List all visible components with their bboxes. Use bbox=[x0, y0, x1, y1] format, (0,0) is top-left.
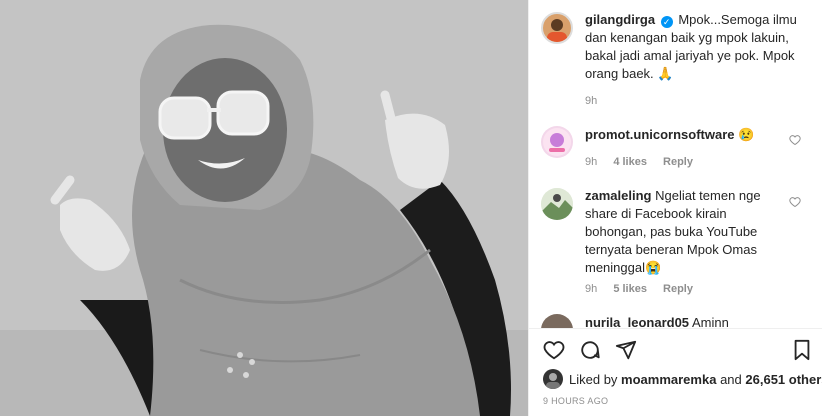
unicorn-logo-icon bbox=[543, 128, 571, 156]
likes-user[interactable]: moammaremka bbox=[621, 372, 716, 387]
post-timestamp: 9 HOURS AGO bbox=[543, 396, 609, 406]
author-avatar-icon bbox=[547, 19, 567, 42]
caption-time: 9h bbox=[585, 95, 598, 107]
comment-username[interactable]: zamaleling bbox=[585, 188, 651, 203]
caption-line-2: bakal jadi amal jariyah ye pok. Mpok bbox=[585, 48, 795, 63]
comment-text: Aminn bbox=[691, 315, 729, 328]
like-heart-icon[interactable] bbox=[543, 339, 565, 361]
comments-list[interactable]: gilangdirga ✓ Mpok...Semoga ilmu dan ken… bbox=[529, 0, 822, 328]
comment-likes[interactable]: 5 likes bbox=[613, 283, 647, 295]
post-photo[interactable] bbox=[0, 0, 528, 416]
comment-body: promot.unicornsoftware 😢 bbox=[585, 126, 795, 144]
verified-badge-icon: ✓ bbox=[660, 16, 673, 28]
comment-line-3: ternyata beneran Mpok Omas bbox=[585, 242, 757, 257]
landscape-avatar-icon bbox=[541, 188, 573, 220]
caption-line-1: dan kenangan baik yg mpok lakuin, bbox=[585, 30, 789, 45]
comment-body: zamaleling Ngeliat temen nge share di Fa… bbox=[585, 187, 795, 277]
comment-line-2: bohongan, pas buka YouTube bbox=[585, 224, 758, 239]
likes-prefix: Liked by bbox=[569, 372, 618, 387]
commenter-avatar[interactable] bbox=[541, 188, 573, 220]
comment-body: nurila_leonard05 Aminn bbox=[585, 314, 795, 328]
post-detail-panel: gilangdirga ✓ Mpok...Semoga ilmu dan ken… bbox=[528, 0, 822, 416]
likes-count[interactable]: 26,651 others bbox=[745, 372, 822, 387]
caption-line-3: orang baek. 🙏 bbox=[585, 66, 674, 81]
comment-username[interactable]: nurila_leonard05 bbox=[585, 315, 689, 328]
commenter-avatar[interactable] bbox=[541, 126, 573, 158]
comment-time: 9h bbox=[585, 156, 598, 168]
photo-illustration bbox=[0, 0, 528, 416]
likes-joiner: and bbox=[720, 372, 742, 387]
comment-meta: 9h 5 likes Reply bbox=[585, 283, 706, 295]
liker-avatar-icon bbox=[546, 373, 560, 389]
share-paper-plane-icon[interactable] bbox=[615, 339, 637, 361]
comment-time: 9h bbox=[585, 283, 598, 295]
comment-likes[interactable]: 4 likes bbox=[613, 156, 647, 168]
likes-summary: Liked by moammaremka and 26,651 others bbox=[569, 372, 822, 387]
caption-line-0: Mpok...Semoga ilmu bbox=[678, 12, 797, 27]
save-bookmark-icon[interactable] bbox=[791, 339, 813, 361]
comment-bubble-icon[interactable] bbox=[579, 339, 601, 361]
comment-line-4: meninggal😭 bbox=[585, 260, 662, 275]
comment-meta: 9h 4 likes Reply bbox=[585, 156, 706, 168]
caption-block: gilangdirga ✓ Mpok...Semoga ilmu dan ken… bbox=[585, 11, 811, 83]
comment-line-1: share di Facebook kirain bbox=[585, 206, 727, 221]
comment-like-heart-icon[interactable] bbox=[789, 134, 801, 146]
reply-button[interactable]: Reply bbox=[663, 156, 693, 168]
author-username[interactable]: gilangdirga bbox=[585, 12, 655, 27]
comment-username[interactable]: promot.unicornsoftware bbox=[585, 127, 735, 142]
comment-line-0: Ngeliat temen nge bbox=[655, 188, 761, 203]
author-avatar[interactable] bbox=[541, 12, 573, 44]
liker-avatar[interactable] bbox=[543, 369, 563, 389]
comment-text: 😢 bbox=[738, 127, 755, 142]
action-bar: Liked by moammaremka and 26,651 others 9… bbox=[529, 328, 822, 417]
commenter-avatar[interactable] bbox=[541, 314, 573, 328]
reply-button[interactable]: Reply bbox=[663, 283, 693, 295]
comment-like-heart-icon[interactable] bbox=[789, 196, 801, 208]
